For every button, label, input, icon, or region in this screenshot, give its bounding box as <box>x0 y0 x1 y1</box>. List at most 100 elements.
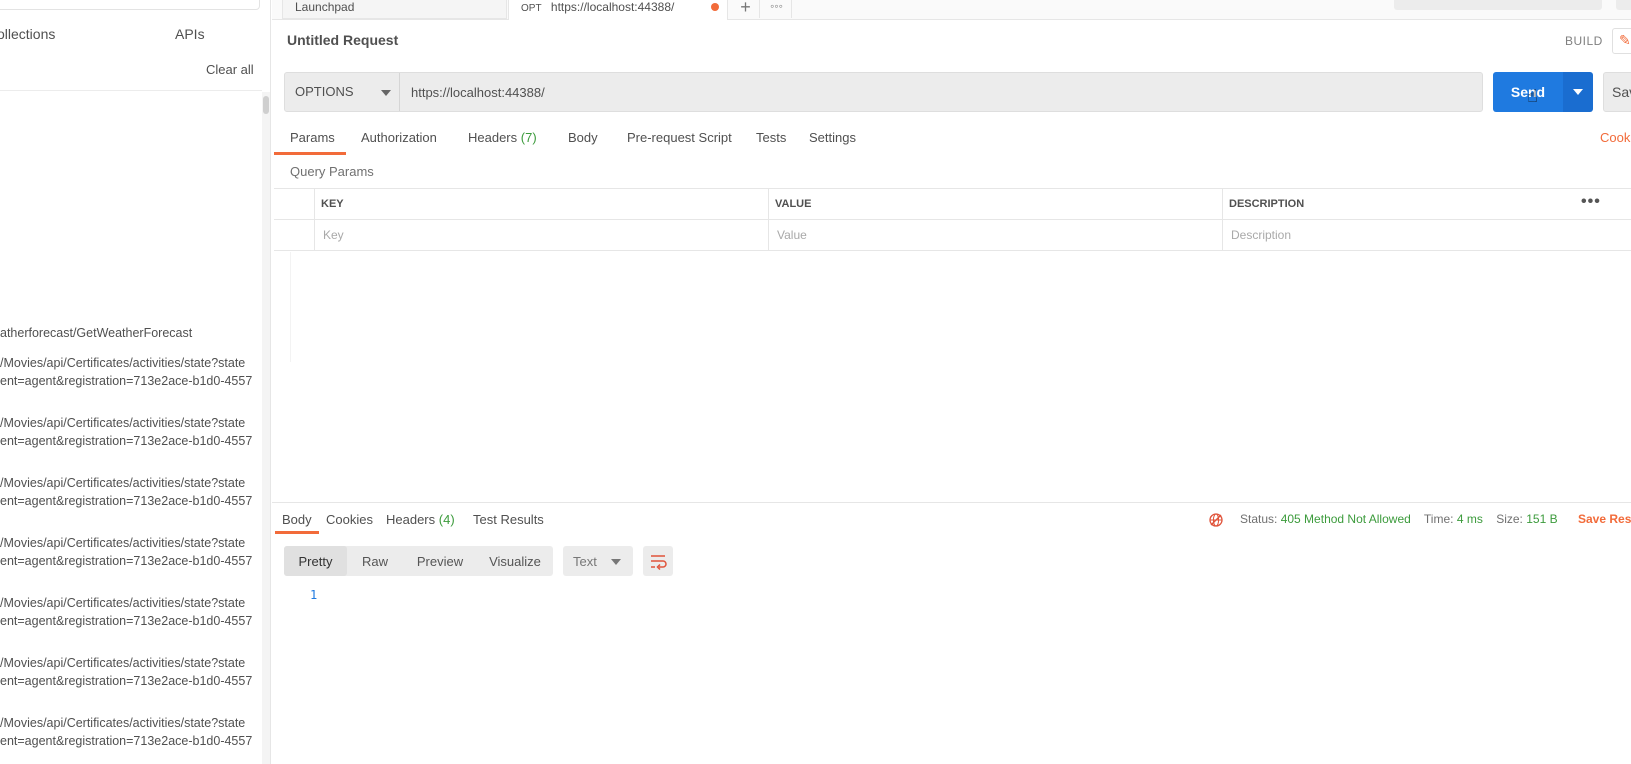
history-item-line: /Movies/api/Certificates/activities/stat… <box>0 596 246 610</box>
format-visualize-button[interactable]: Visualize <box>477 546 553 576</box>
status-label: Status: <box>1240 512 1278 526</box>
tab-collections[interactable]: ollections <box>0 26 55 42</box>
tab-headers-label: Headers <box>468 130 518 145</box>
divider <box>290 252 291 362</box>
tab-prerequest-script[interactable]: Pre-request Script <box>627 130 732 145</box>
tab-response-headers[interactable]: Headers (4) <box>386 512 455 527</box>
send-dropdown-button[interactable] <box>1563 72 1593 112</box>
method-select[interactable]: OPTIONS <box>285 73 400 111</box>
size-label: Size: <box>1496 512 1523 526</box>
format-preview-button[interactable]: Preview <box>403 546 477 576</box>
history-list: atherforecast/GetWeatherForecast /Movies… <box>0 324 262 764</box>
environment-eye-button[interactable] <box>1616 0 1631 10</box>
clear-all-button[interactable]: Clear all <box>206 62 254 77</box>
history-item-line: ent=agent&registration=713e2ace-b1d0-455… <box>0 374 253 388</box>
tab-url-label: https://localhost:44388/ <box>550 0 675 14</box>
column-description: DESCRIPTION <box>1222 189 1631 219</box>
tab-response-body[interactable]: Body <box>282 512 312 527</box>
send-button[interactable]: Send <box>1493 72 1563 112</box>
format-button-group: Pretty Raw Preview Visualize <box>284 546 553 576</box>
key-input[interactable]: Key <box>314 220 768 251</box>
tab-authorization[interactable]: Authorization <box>361 130 437 145</box>
sidebar: ollections APIs Clear all atherforecast/… <box>0 0 271 764</box>
history-item-line: /Movies/api/Certificates/activities/stat… <box>0 416 246 430</box>
response-divider[interactable] <box>272 502 1631 503</box>
tab-apis[interactable]: APIs <box>175 26 205 42</box>
history-item-line: atherforecast/GetWeatherForecast <box>0 326 193 340</box>
save-response-button[interactable]: Save Resp <box>1578 512 1631 526</box>
history-item-line: ent=agent&registration=713e2ace-b1d0-455… <box>0 734 253 748</box>
time-value[interactable]: 4 ms <box>1457 512 1483 526</box>
request-tab-bar: Launchpad OPT https://localhost:44388/ +… <box>272 0 1631 20</box>
history-item[interactable]: /Movies/api/Certificates/activities/stat… <box>0 354 262 390</box>
history-item-line: ent=agent&registration=713e2ace-b1d0-455… <box>0 434 253 448</box>
active-tab-indicator <box>275 531 319 534</box>
plus-icon[interactable]: + <box>732 0 760 18</box>
table-header-row: KEY VALUE DESCRIPTION ••• <box>274 189 1631 220</box>
history-item-line: /Movies/api/Certificates/activities/stat… <box>0 356 246 370</box>
tab-body[interactable]: Body <box>568 130 598 145</box>
response-type-select[interactable]: Text <box>563 546 633 576</box>
sidebar-scrollbar[interactable] <box>262 92 270 764</box>
column-key: KEY <box>314 189 768 219</box>
history-item[interactable]: /Movies/api/Certificates/activities/stat… <box>0 474 262 510</box>
response-status-line: Status: 405 Method Not Allowed Time: 4 m… <box>1240 512 1558 526</box>
ellipsis-icon[interactable]: ◦◦◦ <box>762 0 792 18</box>
globe-icon[interactable] <box>1208 512 1224 528</box>
request-title[interactable]: Untitled Request <box>287 32 398 48</box>
history-item[interactable]: /Movies/api/Certificates/activities/stat… <box>0 534 262 570</box>
tab-launchpad[interactable]: Launchpad <box>282 0 507 19</box>
url-bar: OPTIONS <box>284 72 1483 112</box>
build-label[interactable]: BUILD <box>1565 34 1603 48</box>
url-input[interactable] <box>401 73 1481 111</box>
history-item[interactable]: /Movies/api/Certificates/activities/stat… <box>0 414 262 450</box>
tab-active-request[interactable]: OPT https://localhost:44388/ <box>508 0 728 20</box>
ellipsis-icon[interactable]: ••• <box>1581 193 1601 211</box>
value-input[interactable]: Value <box>768 220 1222 251</box>
pencil-icon[interactable]: ✎ <box>1612 28 1631 54</box>
format-raw-button[interactable]: Raw <box>347 546 403 576</box>
description-input[interactable]: Description <box>1222 220 1631 251</box>
size-value[interactable]: 151 B <box>1526 512 1557 526</box>
history-item-line: /Movies/api/Certificates/activities/stat… <box>0 476 246 490</box>
wrap-lines-button[interactable] <box>643 546 673 576</box>
active-tab-indicator <box>274 152 346 155</box>
history-item-line: /Movies/api/Certificates/activities/stat… <box>0 656 246 670</box>
history-item-line: ent=agent&registration=713e2ace-b1d0-455… <box>0 614 253 628</box>
column-value: VALUE <box>768 189 1222 219</box>
tab-response-cookies[interactable]: Cookies <box>326 512 373 527</box>
chevron-down-icon <box>381 90 391 96</box>
history-item[interactable]: atherforecast/GetWeatherForecast <box>0 324 262 342</box>
query-params-table: KEY VALUE DESCRIPTION ••• Key Value Desc… <box>274 188 1631 251</box>
environment-selector[interactable] <box>1394 0 1602 10</box>
tab-test-results[interactable]: Test Results <box>473 512 544 527</box>
chevron-down-icon <box>611 559 621 565</box>
table-row: Key Value Description <box>274 220 1631 251</box>
unsaved-dot-icon <box>711 3 719 11</box>
history-item-line: ent=agent&registration=713e2ace-b1d0-455… <box>0 674 253 688</box>
history-item-line: /Movies/api/Certificates/activities/stat… <box>0 536 246 550</box>
sidebar-search-input[interactable] <box>0 0 260 10</box>
method-label: OPTIONS <box>295 84 354 99</box>
history-item[interactable]: /Movies/api/Certificates/activities/stat… <box>0 654 262 690</box>
history-item-line: /Movies/api/Certificates/activities/stat… <box>0 716 246 730</box>
status-value[interactable]: 405 Method Not Allowed <box>1281 512 1411 526</box>
save-button[interactable]: Sav <box>1603 72 1631 112</box>
time-label: Time: <box>1423 512 1454 526</box>
response-type-label: Text <box>573 554 597 569</box>
cookies-link[interactable]: Cooki <box>1600 130 1631 145</box>
tab-headers[interactable]: Headers (7) <box>468 130 537 145</box>
tab-headers-count: (7) <box>520 130 537 145</box>
sidebar-scroll-thumb[interactable] <box>263 96 269 114</box>
format-pretty-button[interactable]: Pretty <box>284 546 347 576</box>
history-item[interactable]: /Movies/api/Certificates/activities/stat… <box>0 714 262 750</box>
tab-method-label: OPT <box>521 3 542 14</box>
chevron-down-icon <box>1573 89 1583 95</box>
tab-response-headers-count: (4) <box>438 512 455 527</box>
tab-tests[interactable]: Tests <box>756 130 786 145</box>
tab-params[interactable]: Params <box>290 130 335 145</box>
history-item[interactable]: /Movies/api/Certificates/activities/stat… <box>0 594 262 630</box>
tab-response-headers-label: Headers <box>386 512 436 527</box>
tab-settings[interactable]: Settings <box>809 130 856 145</box>
line-number: 1 <box>310 588 318 602</box>
